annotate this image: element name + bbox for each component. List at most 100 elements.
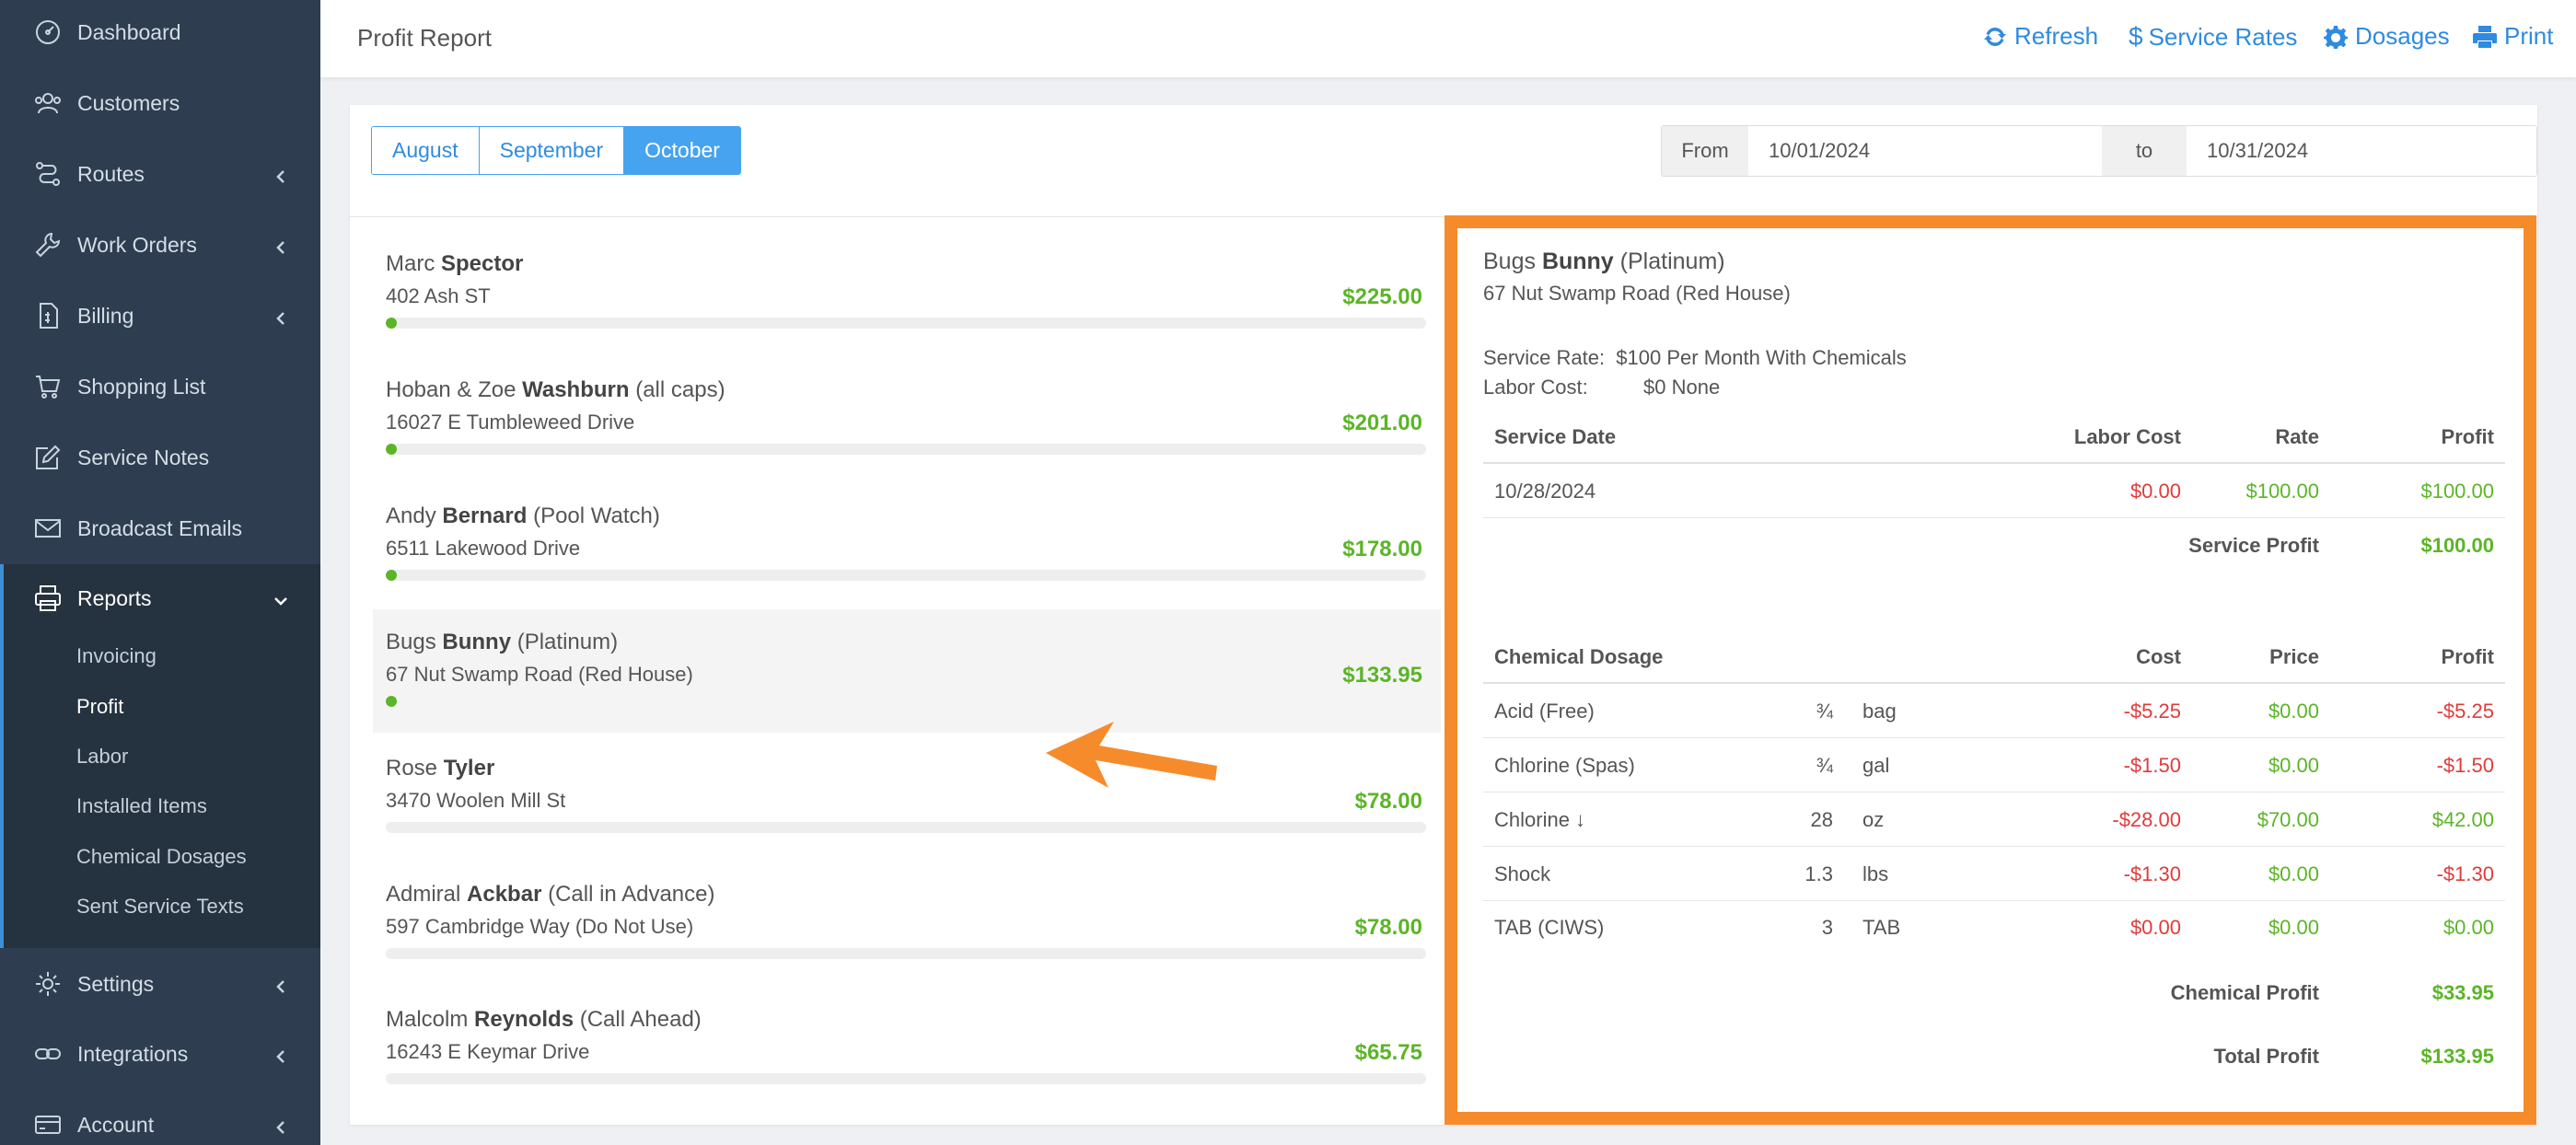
sidebar-item-work-orders[interactable]: Work Orders — [0, 213, 320, 277]
service-row: 10/28/2024 $0.00 $100.00 $100.00 — [1483, 465, 2505, 518]
arrow-annotation-icon — [1046, 722, 1217, 788]
chemical-unit: lbs — [1862, 862, 1889, 885]
chemical-profit-total: $33.95 — [2431, 981, 2494, 1004]
customer-list-item[interactable]: Malcolm Reynolds (Call Ahead) 16243 E Ke… — [373, 987, 1441, 1110]
profit-bar-fill — [386, 444, 397, 455]
cart-icon — [31, 370, 64, 403]
customer-address: 402 Ash ST — [386, 284, 491, 307]
sidebar-item-label: Service Notes — [77, 445, 210, 469]
sidebar-item-label: Shopping List — [77, 374, 206, 399]
sidebar-sub-chemical-dosages[interactable]: Chemical Dosages — [76, 845, 247, 869]
sidebar-item-broadcast-emails[interactable]: Broadcast Emails — [0, 496, 320, 561]
month-button-september[interactable]: September — [479, 127, 625, 174]
chemical-name: Chlorine ↓ — [1494, 808, 1586, 831]
sidebar-item-settings[interactable]: Settings — [0, 952, 320, 1016]
sidebar-item-account[interactable]: Account — [0, 1093, 320, 1145]
detail-customer-name: Bugs Bunny (Platinum) — [1483, 249, 1725, 274]
customer-list-item[interactable]: Rose Tyler 3470 Woolen Mill St $78.00 — [373, 735, 1441, 859]
chemical-profit-row: Chemical Profit $33.95 — [1483, 966, 2505, 1020]
chemical-price: $0.00 — [2268, 916, 2319, 939]
labor-cost-line: Labor Cost: $0 None — [1483, 376, 1721, 399]
sidebar-sub-invoicing[interactable]: Invoicing — [76, 644, 157, 668]
sidebar-item-customers[interactable]: Customers — [0, 71, 320, 135]
sidebar-sub-sent-service-texts[interactable]: Sent Service Texts — [76, 895, 244, 919]
chemical-cost: -$1.30 — [2123, 862, 2181, 885]
customer-name: Bugs Bunny (Platinum) — [386, 630, 619, 654]
route-icon — [31, 157, 64, 191]
profit-bar — [386, 318, 1426, 329]
print-button[interactable]: Print — [2473, 22, 2553, 51]
customer-address: 16027 E Tumbleweed Drive — [386, 411, 635, 434]
customer-name: Rose Tyler — [386, 756, 495, 781]
chemical-row: Shock 1.3 lbs -$1.30 $0.00 -$1.30 — [1483, 848, 2505, 901]
chemical-price: $0.00 — [2268, 754, 2319, 777]
chemical-row: Chlorine (Spas) ¾ gal -$1.50 $0.00 -$1.5… — [1483, 739, 2505, 792]
customer-profit: $78.00 — [1354, 789, 1422, 814]
chemical-price: $70.00 — [2257, 808, 2319, 831]
top-bar: Profit Report Refresh $ Service Rates Do… — [320, 0, 2576, 77]
customer-list-item[interactable]: Admiral Ackbar (Call in Advance) 597 Cam… — [373, 862, 1441, 985]
service-table-header: Service Date Labor Cost Rate Profit — [1483, 411, 2505, 464]
service-profit-label: Service Profit — [2188, 534, 2319, 557]
chemical-name: Chlorine (Spas) — [1494, 754, 1635, 777]
dashboard-icon — [31, 16, 64, 49]
refresh-button[interactable]: Refresh — [1983, 22, 2098, 51]
chemical-row: Acid (Free) ¾ bag -$5.25 $0.00 -$5.25 — [1483, 685, 2505, 738]
sidebar-item-billing[interactable]: Billing — [0, 283, 320, 348]
sidebar-item-label: Work Orders — [77, 232, 197, 257]
envelope-icon — [31, 512, 64, 545]
chevron-left-icon — [273, 237, 289, 254]
chemical-qty: 28 — [1810, 808, 1833, 831]
chevron-left-icon — [273, 976, 289, 993]
detail-customer-address: 67 Nut Swamp Road (Red House) — [1483, 282, 1791, 305]
sidebar-item-reports[interactable]: Reports — [0, 566, 320, 630]
month-button-october[interactable]: October — [624, 127, 740, 174]
chemical-name: Shock — [1494, 862, 1551, 885]
customer-list-item[interactable]: Hoban & Zoe Washburn (all caps) 16027 E … — [373, 357, 1441, 480]
print-label: Print — [2504, 22, 2554, 50]
profit-bar-fill — [386, 696, 397, 707]
chemical-unit: TAB — [1862, 916, 1901, 939]
chevron-down-icon — [273, 590, 289, 607]
month-button-august[interactable]: August — [372, 127, 480, 174]
chemical-price: $0.00 — [2268, 862, 2319, 885]
chemical-cost: -$5.25 — [2123, 700, 2181, 723]
chemical-profit: -$5.25 — [2436, 700, 2494, 723]
service-profit-total: $100.00 — [2420, 534, 2494, 557]
sidebar-sub-labor[interactable]: Labor — [76, 745, 128, 769]
sidebar-item-dashboard[interactable]: Dashboard — [0, 0, 320, 64]
from-date-input[interactable]: 10/01/2024 — [1748, 126, 2102, 176]
sidebar-item-label: Dashboard — [77, 19, 181, 44]
customer-list-item-selected[interactable]: Bugs Bunny (Platinum) 67 Nut Swamp Road … — [373, 609, 1441, 733]
sidebar-sub-installed-items[interactable]: Installed Items — [76, 794, 207, 818]
customer-name: Hoban & Zoe Washburn (all caps) — [386, 377, 725, 402]
chemical-qty: 3 — [1821, 916, 1833, 939]
to-date-input[interactable]: 10/31/2024 — [2187, 126, 2536, 176]
chevron-left-icon — [273, 166, 289, 183]
sidebar-item-label: Customers — [77, 90, 180, 115]
profit-bar — [386, 822, 1426, 833]
chemical-profit: -$1.30 — [2436, 862, 2494, 885]
service-rates-button[interactable]: $ Service Rates — [2129, 22, 2297, 52]
sidebar-item-service-notes[interactable]: Service Notes — [0, 425, 320, 490]
customer-address: 6511 Lakewood Drive — [386, 537, 581, 560]
chemical-price: $0.00 — [2268, 700, 2319, 723]
date-range: From 10/01/2024 to 10/31/2024 — [1661, 125, 2537, 177]
profit-bar-fill — [386, 570, 397, 581]
customer-name: Admiral Ackbar (Call in Advance) — [386, 882, 715, 907]
customer-list-item[interactable]: Andy Bernard (Pool Watch) 6511 Lakewood … — [373, 483, 1441, 607]
sidebar-item-integrations[interactable]: Integrations — [0, 1022, 320, 1086]
customer-list-item[interactable]: Marc Spector 402 Ash ST $225.00 — [373, 231, 1441, 354]
chemical-profit-label: Chemical Profit — [2170, 981, 2319, 1004]
sidebar-item-shopping-list[interactable]: Shopping List — [0, 354, 320, 419]
page-title: Profit Report — [357, 24, 492, 52]
service-rate-line: Service Rate: $100 Per Month With Chemic… — [1483, 346, 1907, 369]
total-profit-row: Total Profit $133.95 — [1483, 1030, 2505, 1083]
sidebar-sub-profit[interactable]: Profit — [76, 695, 123, 719]
customer-detail-panel: Bugs Bunny (Platinum) 67 Nut Swamp Road … — [1445, 215, 2536, 1125]
chemical-row: Chlorine ↓ 28 oz -$28.00 $70.00 $42.00 — [1483, 793, 2505, 847]
sidebar-item-routes[interactable]: Routes — [0, 142, 320, 206]
profit-bar — [386, 1073, 1426, 1084]
service-profit-row: Service Profit $100.00 — [1483, 519, 2505, 572]
dosages-button[interactable]: Dosages — [2324, 22, 2450, 51]
